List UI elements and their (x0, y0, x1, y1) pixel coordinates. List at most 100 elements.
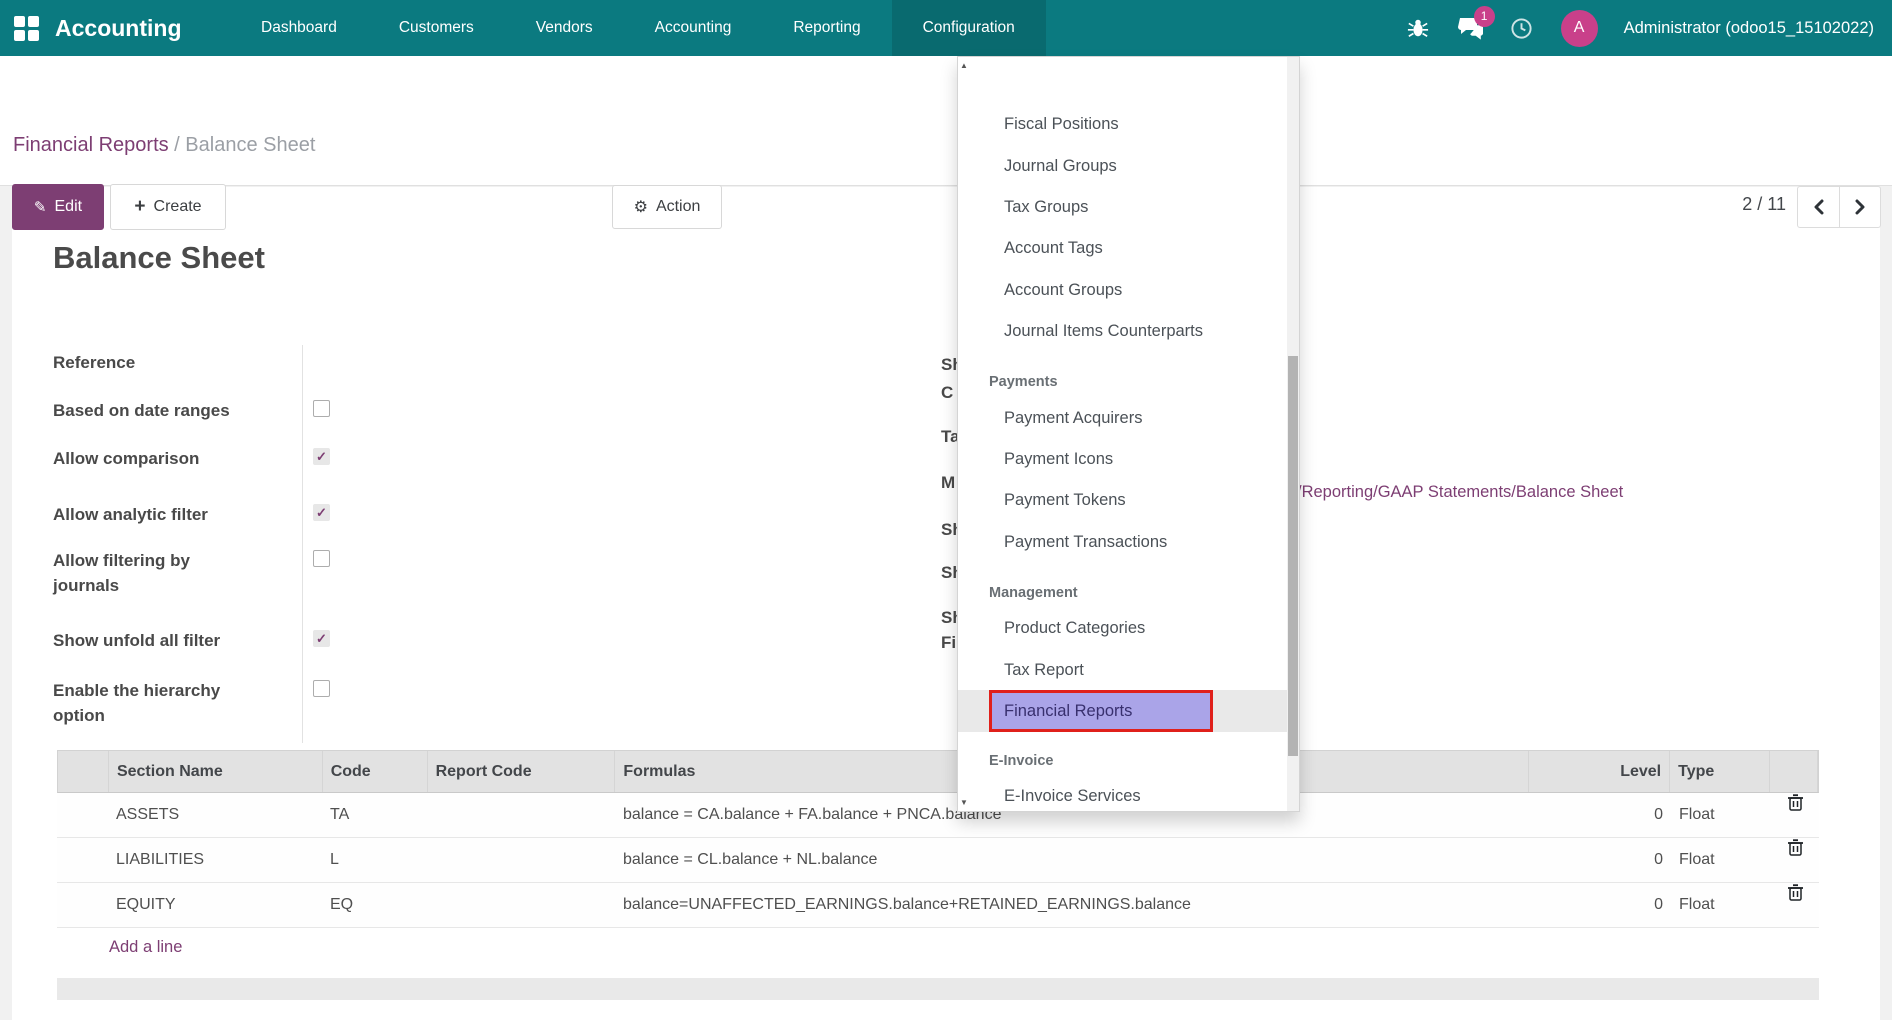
breadcrumb: Financial Reports / Balance Sheet (13, 134, 315, 157)
chevron-right-icon (1853, 199, 1867, 215)
cell-level[interactable]: 0 (1530, 883, 1671, 927)
menu-item-e-invoice-services[interactable]: E-Invoice Services (958, 775, 1289, 812)
cell-actions[interactable] (1771, 838, 1819, 882)
trash-icon (1787, 793, 1804, 812)
menu-item-tax-report[interactable]: Tax Report (958, 649, 1289, 691)
menu-item-payment-tokens[interactable]: Payment Tokens (958, 479, 1289, 521)
user-avatar[interactable]: A (1561, 10, 1598, 47)
dropdown-scrollbar-thumb[interactable] (1288, 356, 1298, 756)
field-label: Allow comparison (53, 446, 258, 471)
action-button[interactable]: ⚙ Action (612, 185, 722, 229)
column-header-empty (58, 751, 109, 792)
cell-level[interactable]: 0 (1530, 793, 1671, 837)
table-row[interactable]: LIABILITIESLbalance = CL.balance + NL.ba… (57, 838, 1819, 883)
checkbox-field[interactable] (313, 400, 330, 417)
cell-handle[interactable] (57, 793, 108, 837)
cell-actions[interactable] (1771, 883, 1819, 927)
menu-item-fiscal-positions[interactable]: Fiscal Positions (958, 103, 1289, 145)
cell-type[interactable]: Float (1671, 883, 1771, 927)
checkbox-field[interactable]: ✓ (313, 504, 330, 521)
checkbox-field[interactable]: ✓ (313, 630, 330, 647)
menu-item-account-tags[interactable]: Account Tags (958, 227, 1289, 269)
app-brand[interactable]: Accounting (55, 0, 182, 56)
cell-section[interactable]: ASSETS (108, 793, 322, 837)
breadcrumb-parent-link[interactable]: Financial Reports (13, 134, 169, 156)
cell-handle[interactable] (57, 883, 108, 927)
column-header-code[interactable]: Code (323, 751, 428, 792)
cell-type[interactable]: Float (1671, 793, 1771, 837)
cell-section[interactable]: EQUITY (108, 883, 322, 927)
table-body: ASSETSTAbalance = CA.balance + FA.balanc… (57, 793, 1819, 928)
checkbox-field[interactable] (313, 680, 330, 697)
menu-item-account-groups[interactable]: Account Groups (958, 269, 1289, 311)
table-horizontal-scrollbar[interactable] (57, 978, 1819, 1000)
cell-type[interactable]: Float (1671, 838, 1771, 882)
cell-formulas[interactable]: balance = CL.balance + NL.balance (615, 838, 1530, 882)
menu-item-product-categories[interactable]: Product Categories (958, 607, 1289, 649)
clipped-field-label-fragment: Fi (941, 633, 956, 653)
menu-item-tax-groups[interactable]: Tax Groups (958, 186, 1289, 228)
navbar-right: 1 A Administrator (odoo15_15102022) (1405, 0, 1874, 56)
cell-actions[interactable] (1771, 793, 1819, 837)
field-label: Allow filtering by journals (53, 548, 258, 598)
chat-icon[interactable]: 1 (1457, 15, 1483, 41)
navbar-item-reporting[interactable]: Reporting (762, 0, 891, 56)
pager-previous-button[interactable] (1798, 187, 1839, 227)
apps-grid-icon[interactable] (14, 16, 39, 41)
trash-icon (1787, 838, 1804, 857)
plus-icon: + (134, 196, 145, 218)
cell-report_code[interactable] (427, 793, 615, 837)
cell-code[interactable]: TA (322, 793, 427, 837)
checkbox-field[interactable] (313, 550, 330, 567)
menu-item-payment-icons[interactable]: Payment Icons (958, 438, 1289, 480)
add-line-row: Add a line (57, 928, 1819, 972)
pager (1797, 186, 1881, 228)
navbar-item-dashboard[interactable]: Dashboard (230, 0, 368, 56)
delete-row-button[interactable] (1779, 883, 1811, 902)
breadcrumb-separator: / (169, 134, 186, 156)
cell-handle[interactable] (57, 838, 108, 882)
cell-code[interactable]: L (322, 838, 427, 882)
navbar-item-vendors[interactable]: Vendors (505, 0, 624, 56)
menu-item-payment-acquirers[interactable]: Payment Acquirers (958, 397, 1289, 439)
cell-level[interactable]: 0 (1530, 838, 1671, 882)
field-label: Reference (53, 350, 258, 375)
delete-row-button[interactable] (1779, 793, 1811, 812)
menu-item-payment-transactions[interactable]: Payment Transactions (958, 521, 1289, 563)
table-row[interactable]: ASSETSTAbalance = CA.balance + FA.balanc… (57, 793, 1819, 838)
report-lines-table: Section NameCodeReport CodeFormulasLevel… (57, 750, 1819, 972)
bug-icon[interactable] (1405, 15, 1431, 41)
menu-item-financial-reports-annotated[interactable]: Financial Reports (989, 690, 1213, 732)
user-name[interactable]: Administrator (odoo15_15102022) (1624, 19, 1874, 38)
configuration-dropdown-menu: Fiscal PositionsJournal GroupsTax Groups… (957, 56, 1300, 812)
cell-section[interactable]: LIABILITIES (108, 838, 322, 882)
cell-report_code[interactable] (427, 883, 615, 927)
navbar-item-accounting[interactable]: Accounting (624, 0, 763, 56)
add-line-link[interactable]: Add a line (109, 938, 182, 957)
column-header-report-code[interactable]: Report Code (428, 751, 616, 792)
table-header-row: Section NameCodeReport CodeFormulasLevel… (57, 750, 1819, 793)
navbar-item-customers[interactable]: Customers (368, 0, 505, 56)
edit-button[interactable]: ✎ Edit (12, 184, 104, 230)
pager-next-button[interactable] (1839, 187, 1880, 227)
clock-icon[interactable] (1509, 15, 1535, 41)
menu-item-journal-items-counterparts[interactable]: Journal Items Counterparts (958, 310, 1289, 352)
menu-item-journal-groups[interactable]: Journal Groups (958, 145, 1289, 187)
table-row[interactable]: EQUITYEQ balance=UNAFFECTED_EARNINGS.bala… (57, 883, 1819, 928)
create-button[interactable]: + Create (110, 184, 226, 230)
dropdown-scrollbar[interactable] (1287, 57, 1299, 811)
column-header-type[interactable]: Type (1670, 751, 1770, 792)
cell-report_code[interactable] (427, 838, 615, 882)
pager-value[interactable]: 2 / 11 (1700, 194, 1786, 215)
delete-row-button[interactable] (1779, 838, 1811, 857)
checkbox-field[interactable]: ✓ (313, 448, 330, 465)
column-header-level[interactable]: Level (1529, 751, 1670, 792)
field-label: Allow analytic filter (53, 502, 258, 527)
column-header-section-name[interactable]: Section Name (109, 751, 323, 792)
scroll-up-icon[interactable]: ▲ (958, 61, 970, 70)
menuitem-path-link[interactable]: /Reporting/GAAP Statements/Balance Sheet (1297, 483, 1623, 502)
cell-code[interactable]: EQ (322, 883, 427, 927)
scroll-down-icon[interactable]: ▼ (958, 798, 970, 807)
cell-formulas[interactable]: balance=UNAFFECTED_EARNINGS.balance+RETA… (615, 883, 1530, 927)
navbar-item-configuration[interactable]: Configuration (892, 0, 1046, 56)
